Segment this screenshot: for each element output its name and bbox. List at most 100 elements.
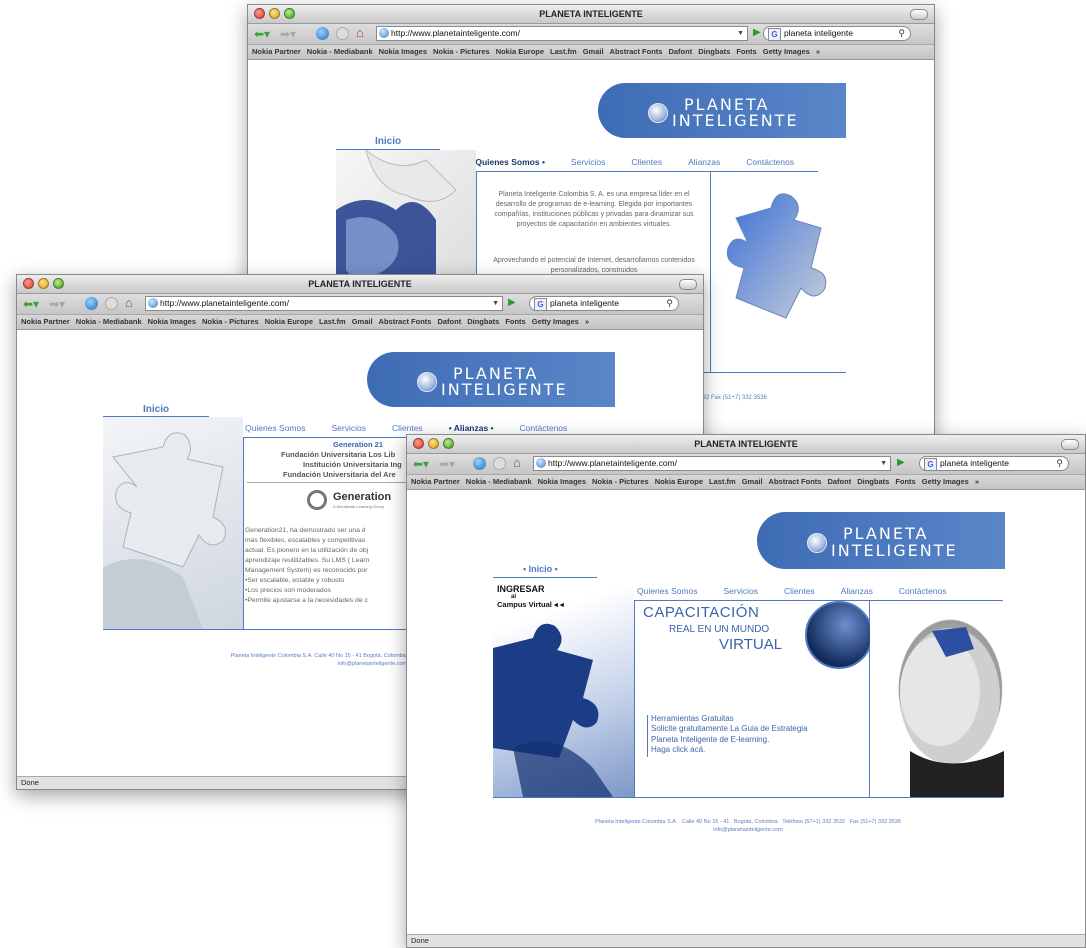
- bookmark[interactable]: Nokia Europe: [655, 477, 703, 486]
- back-arrow-icon[interactable]: ⬅▾: [23, 297, 39, 311]
- nav-quienes-somos[interactable]: Quienes Somos: [245, 423, 305, 433]
- stop-icon[interactable]: [105, 297, 118, 310]
- alliance-item[interactable]: Fundación Universitaria del Are: [283, 470, 396, 479]
- bookmark[interactable]: Dafont: [668, 47, 692, 56]
- tab-inicio[interactable]: Inicio: [375, 136, 401, 147]
- footer-email[interactable]: info@planetainteligente.com: [493, 826, 1003, 834]
- tab-inicio[interactable]: • Inicio •: [523, 564, 558, 574]
- close-button[interactable]: [254, 8, 265, 19]
- go-icon[interactable]: ▶: [753, 27, 761, 38]
- bookmark[interactable]: Nokia - Pictures: [202, 317, 259, 326]
- go-icon[interactable]: ▶: [897, 457, 905, 468]
- link-planeta[interactable]: Planeta Inteligente de E-learning.: [651, 735, 808, 745]
- campus-login-link[interactable]: INGRESAR al Campus Virtual ◂ ◂: [497, 584, 564, 609]
- bookmark[interactable]: Nokia Partner: [21, 317, 70, 326]
- bookmark[interactable]: Last.fm: [550, 47, 577, 56]
- bookmark[interactable]: Nokia Partner: [411, 477, 460, 486]
- url-field[interactable]: http://www.planetainteligente.com/ ▼: [145, 296, 503, 311]
- forward-arrow-icon[interactable]: ➡▾: [280, 27, 296, 41]
- bookmark[interactable]: Nokia Images: [148, 317, 196, 326]
- bookmarks-overflow-icon[interactable]: »: [816, 47, 820, 56]
- toolbar-toggle-button[interactable]: [1061, 439, 1079, 450]
- bookmark[interactable]: Nokia Partner: [252, 47, 301, 56]
- magnifier-icon[interactable]: ⚲: [898, 27, 905, 40]
- nav-servicios[interactable]: Servicios: [331, 423, 365, 433]
- bookmark[interactable]: Abstract Fonts: [379, 317, 432, 326]
- nav-alianzas[interactable]: Alianzas: [688, 157, 720, 167]
- toolbar-toggle-button[interactable]: [910, 9, 928, 20]
- minimize-button[interactable]: [38, 278, 49, 289]
- home-icon[interactable]: ⌂: [356, 25, 364, 40]
- bookmark[interactable]: Fonts: [736, 47, 756, 56]
- home-icon[interactable]: ⌂: [125, 295, 133, 310]
- dropdown-arrow-icon[interactable]: ▼: [880, 457, 887, 470]
- stop-icon[interactable]: [336, 27, 349, 40]
- bookmark[interactable]: Dingbats: [857, 477, 889, 486]
- nav-contactenos[interactable]: Contáctenos: [746, 157, 794, 167]
- dropdown-arrow-icon[interactable]: ▼: [737, 27, 744, 40]
- nav-contactenos[interactable]: Contáctenos: [899, 586, 947, 596]
- bookmark[interactable]: Fonts: [505, 317, 525, 326]
- nav-quienes-somos[interactable]: • Quienes Somos •: [470, 157, 545, 167]
- alliance-item[interactable]: Institución Universitaria Ing: [303, 460, 402, 469]
- bookmark[interactable]: Getty Images: [532, 317, 579, 326]
- bookmark[interactable]: Dafont: [827, 477, 851, 486]
- bookmark[interactable]: Abstract Fonts: [610, 47, 663, 56]
- zoom-button[interactable]: [443, 438, 454, 449]
- nav-clientes[interactable]: Clientes: [784, 586, 815, 596]
- nav-clientes[interactable]: Clientes: [392, 423, 423, 433]
- url-field[interactable]: http://www.planetainteligente.com/ ▼: [533, 456, 891, 471]
- bookmark[interactable]: Last.fm: [709, 477, 736, 486]
- close-button[interactable]: [413, 438, 424, 449]
- search-field[interactable]: Gplaneta inteligente ⚲: [529, 296, 679, 311]
- bookmark[interactable]: Nokia Europe: [265, 317, 313, 326]
- reload-icon[interactable]: [316, 27, 329, 40]
- site-logo[interactable]: PLANETA INTELIGENTE: [598, 83, 846, 138]
- bookmark[interactable]: Last.fm: [319, 317, 346, 326]
- dropdown-arrow-icon[interactable]: ▼: [492, 297, 499, 310]
- bookmark[interactable]: Gmail: [583, 47, 604, 56]
- bookmark[interactable]: Nokia - Mediabank: [307, 47, 373, 56]
- search-field[interactable]: Gplaneta inteligente ⚲: [919, 456, 1069, 471]
- home-icon[interactable]: ⌂: [513, 455, 521, 470]
- nav-quienes-somos[interactable]: Quienes Somos: [637, 586, 697, 596]
- zoom-button[interactable]: [284, 8, 295, 19]
- nav-servicios[interactable]: Servicios: [571, 157, 605, 167]
- bookmark[interactable]: Nokia - Pictures: [592, 477, 649, 486]
- link-click[interactable]: Haga click acá.: [651, 745, 808, 755]
- magnifier-icon[interactable]: ⚲: [1056, 457, 1063, 470]
- reload-icon[interactable]: [473, 457, 486, 470]
- site-logo[interactable]: PLANETA INTELIGENTE: [757, 512, 1005, 569]
- back-arrow-icon[interactable]: ⬅▾: [413, 457, 429, 471]
- forward-arrow-icon[interactable]: ➡▾: [49, 297, 65, 311]
- bookmark[interactable]: Gmail: [742, 477, 763, 486]
- toolbar-toggle-button[interactable]: [679, 279, 697, 290]
- zoom-button[interactable]: [53, 278, 64, 289]
- bookmark[interactable]: Gmail: [352, 317, 373, 326]
- bookmark[interactable]: Nokia Images: [538, 477, 586, 486]
- bookmark[interactable]: Dingbats: [467, 317, 499, 326]
- nav-clientes[interactable]: Clientes: [631, 157, 662, 167]
- bookmark[interactable]: Nokia - Mediabank: [466, 477, 532, 486]
- bookmark[interactable]: Nokia - Mediabank: [76, 317, 142, 326]
- stop-icon[interactable]: [493, 457, 506, 470]
- bookmarks-overflow-icon[interactable]: »: [585, 317, 589, 326]
- bookmark[interactable]: Nokia Europe: [496, 47, 544, 56]
- tab-inicio[interactable]: Inicio: [143, 404, 169, 415]
- bookmark[interactable]: Abstract Fonts: [769, 477, 822, 486]
- forward-arrow-icon[interactable]: ➡▾: [439, 457, 455, 471]
- bookmark[interactable]: Fonts: [895, 477, 915, 486]
- bookmark[interactable]: Getty Images: [763, 47, 810, 56]
- bookmarks-overflow-icon[interactable]: »: [975, 477, 979, 486]
- bookmark[interactable]: Nokia - Pictures: [433, 47, 490, 56]
- bookmark[interactable]: Dingbats: [698, 47, 730, 56]
- nav-alianzas[interactable]: Alianzas: [841, 586, 873, 596]
- footer-email[interactable]: info@planetainteligente.com: [157, 660, 408, 668]
- nav-alianzas[interactable]: • Alianzas •: [449, 423, 494, 433]
- bookmark[interactable]: Nokia Images: [379, 47, 427, 56]
- reload-icon[interactable]: [85, 297, 98, 310]
- minimize-button[interactable]: [269, 8, 280, 19]
- nav-servicios[interactable]: Servicios: [723, 586, 757, 596]
- search-field[interactable]: Gplaneta inteligente ⚲: [763, 26, 911, 41]
- back-arrow-icon[interactable]: ⬅▾: [254, 27, 270, 41]
